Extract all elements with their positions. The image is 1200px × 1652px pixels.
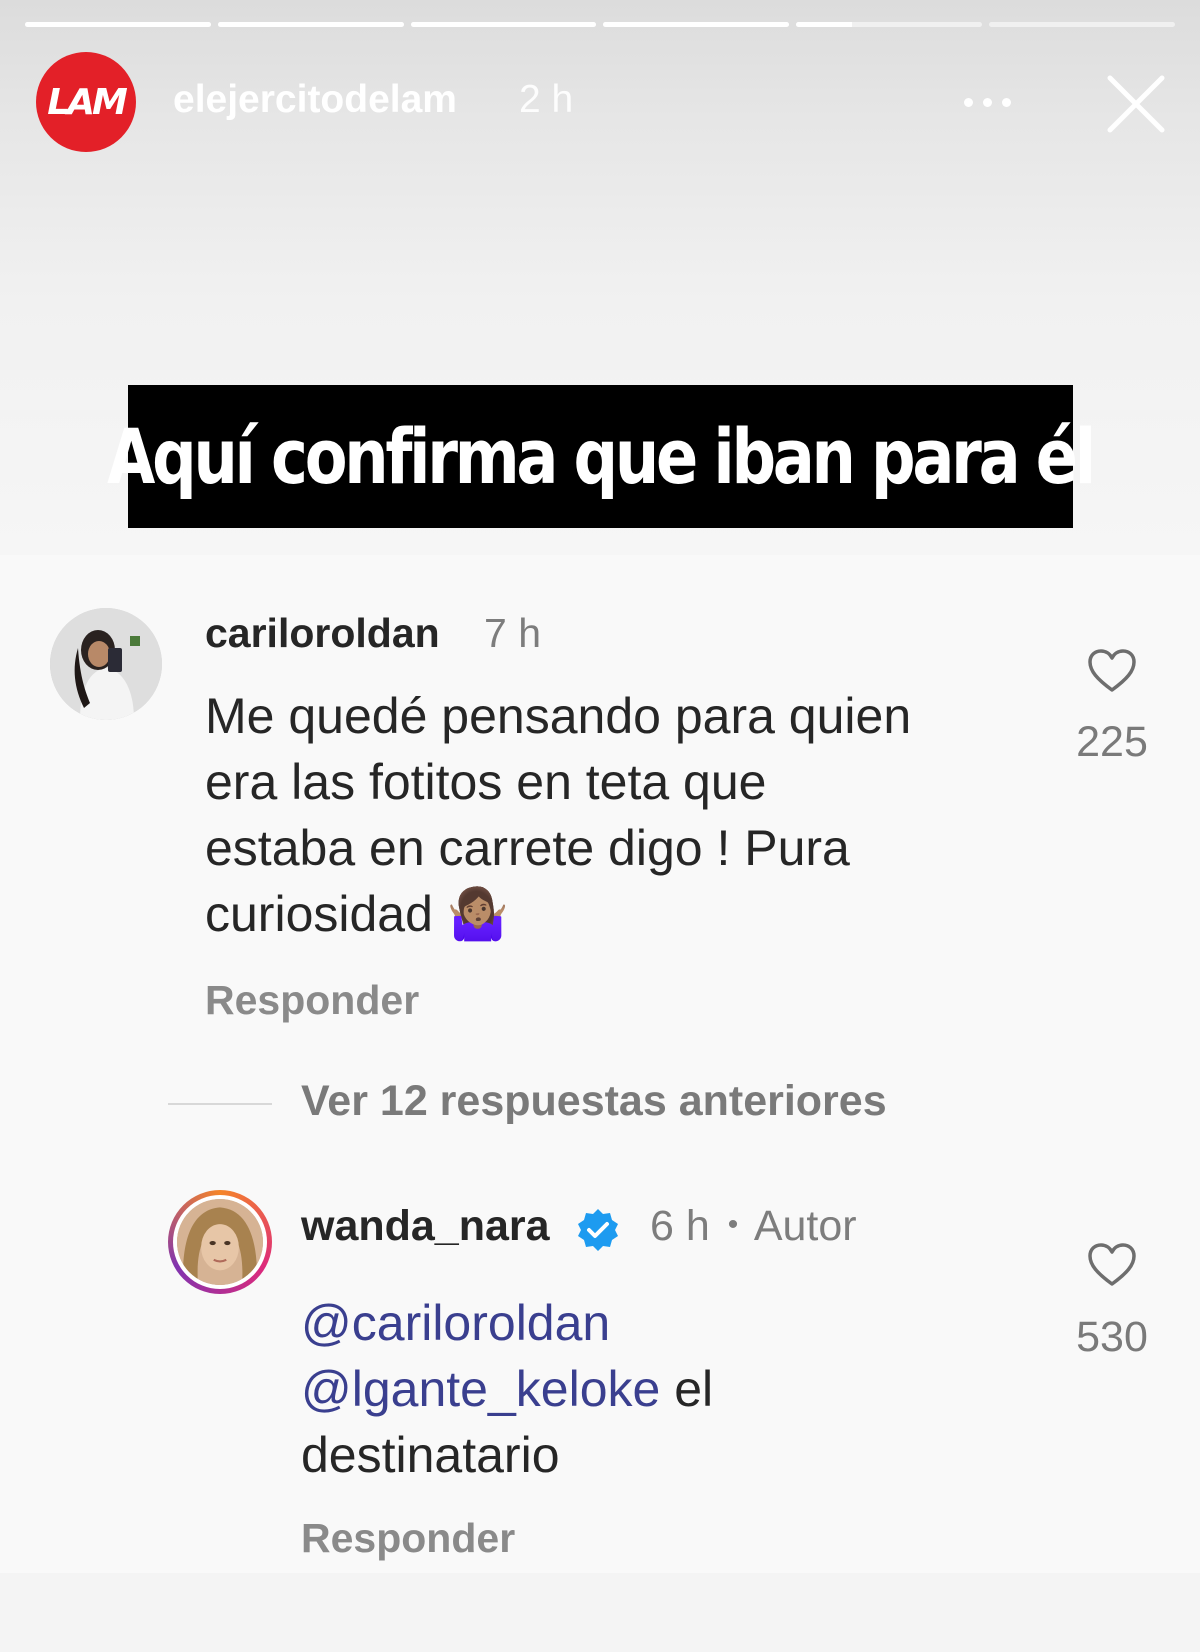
comment-text: Me quedé pensando para quien era las fot… bbox=[205, 683, 1025, 947]
author-label: Autor bbox=[753, 1202, 857, 1250]
progress-segment bbox=[603, 22, 790, 27]
account-avatar[interactable]: LAM bbox=[36, 52, 136, 152]
caption-banner: Aquí confirma que iban para él bbox=[108, 385, 1097, 528]
lam-logo-text: LAM bbox=[47, 81, 128, 123]
reply-text-fragment: el bbox=[660, 1361, 714, 1417]
close-icon[interactable] bbox=[1102, 70, 1170, 138]
mention-link[interactable]: @cariloroldan bbox=[301, 1295, 610, 1351]
reply-avatar[interactable] bbox=[168, 1190, 272, 1294]
comment-line: Me quedé pensando para quien bbox=[205, 688, 912, 744]
comment-line: curiosidad 🤷🏽‍♀️ bbox=[205, 886, 510, 942]
reply-timestamp: 6 h bbox=[650, 1202, 710, 1250]
heart-icon bbox=[1088, 649, 1136, 692]
like-button[interactable] bbox=[1072, 1242, 1152, 1288]
progress-segment bbox=[989, 22, 1175, 27]
like-button[interactable] bbox=[1072, 648, 1152, 694]
commenter-avatar[interactable] bbox=[50, 608, 162, 720]
comment-line: estaba en carrete digo ! Pura bbox=[205, 820, 850, 876]
story-viewer: LAM elejercitodelam 2 h Aquí confirma qu… bbox=[0, 0, 1200, 1652]
reply-button[interactable]: Responder bbox=[301, 1515, 515, 1562]
reply-button[interactable]: Responder bbox=[205, 977, 419, 1024]
progress-segment bbox=[217, 22, 404, 27]
divider-line bbox=[168, 1103, 272, 1105]
meta-separator: • bbox=[727, 1208, 739, 1241]
progress-segment bbox=[796, 22, 983, 27]
progress-segment bbox=[410, 22, 597, 27]
like-count: 530 bbox=[1076, 1313, 1148, 1361]
like-count: 225 bbox=[1076, 718, 1148, 766]
story-progress-bar bbox=[25, 22, 1175, 27]
progress-segment bbox=[25, 22, 211, 27]
person-photo-icon bbox=[50, 608, 162, 720]
story-header: LAM elejercitodelam 2 h bbox=[36, 52, 1170, 152]
comment-line: era las fotitos en teta que bbox=[205, 754, 767, 810]
reply-username[interactable]: wanda_nara bbox=[301, 1202, 550, 1251]
verified-badge-icon bbox=[578, 1209, 618, 1251]
reply-meta: 6 h • Autor bbox=[650, 1202, 857, 1251]
story-timestamp: 2 h bbox=[519, 78, 574, 121]
more-options-icon[interactable] bbox=[964, 92, 1022, 112]
caption-text: Aquí confirma que iban para él bbox=[107, 412, 1097, 501]
mention-link[interactable]: @lgante_keloke bbox=[301, 1361, 660, 1417]
person-photo-icon bbox=[177, 1199, 263, 1285]
story-account-name[interactable]: elejercitodelam bbox=[173, 78, 457, 122]
reply-text: @cariloroldan @lgante_keloke el destinat… bbox=[301, 1290, 1001, 1488]
reply-text-line: destinatario bbox=[301, 1427, 560, 1483]
heart-icon bbox=[1088, 1243, 1136, 1286]
comment-timestamp: 7 h bbox=[484, 610, 541, 656]
view-replies-button[interactable]: Ver 12 respuestas anteriores bbox=[301, 1077, 887, 1126]
comment-username[interactable]: cariloroldan bbox=[205, 610, 440, 657]
